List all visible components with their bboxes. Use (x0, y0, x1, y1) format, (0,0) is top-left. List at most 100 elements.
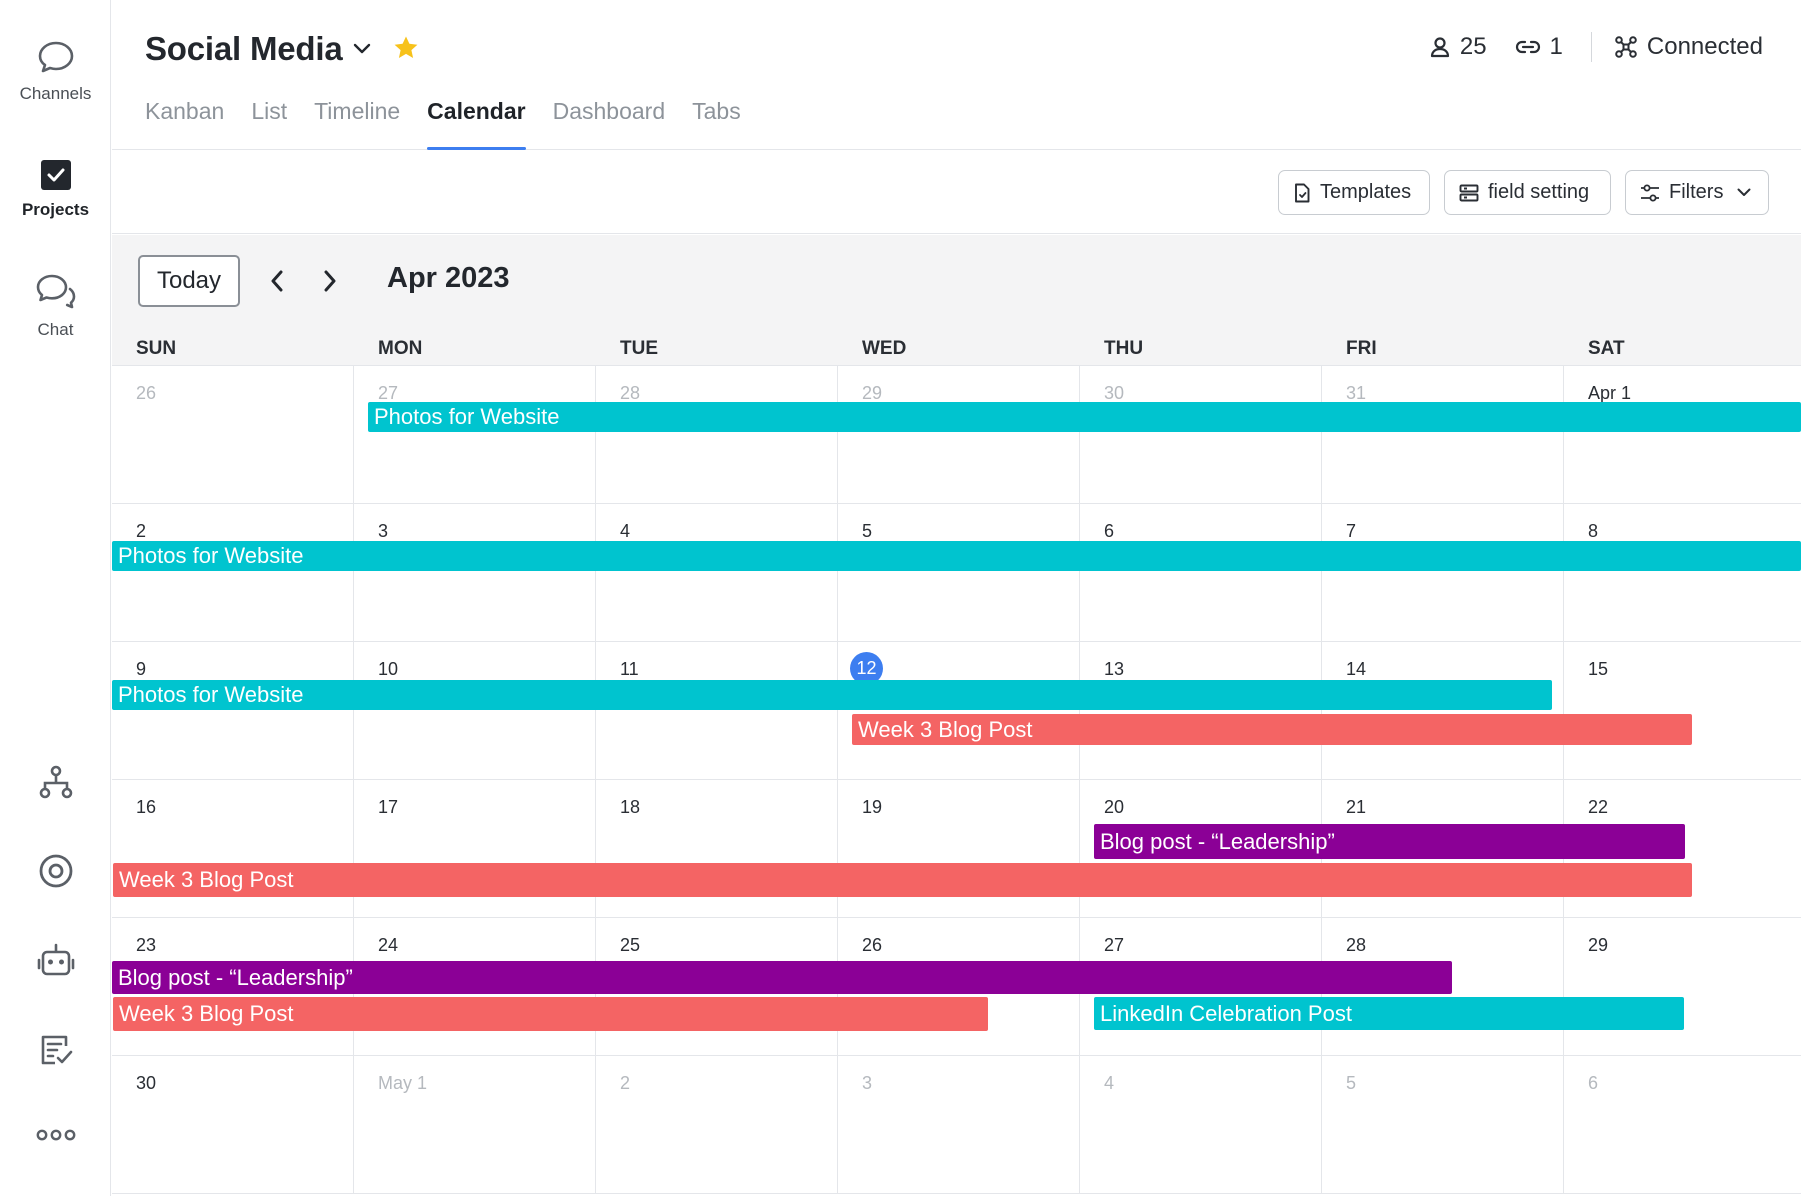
day-number: 20 (1104, 797, 1125, 817)
rail-item-projects[interactable]: Projects (0, 158, 111, 220)
day-cell[interactable]: 14 (1322, 642, 1564, 780)
day-cell[interactable]: 30 (112, 1056, 354, 1194)
tab-kanban[interactable]: Kanban (145, 98, 224, 150)
day-cell[interactable]: 15 (1564, 642, 1801, 780)
day-cell[interactable]: 28 (596, 366, 838, 504)
day-number: 16 (136, 797, 157, 817)
day-cell[interactable]: 18 (596, 780, 838, 918)
checkbox-icon (39, 158, 73, 192)
day-cell[interactable]: 9 (112, 642, 354, 780)
today-button[interactable]: Today (138, 255, 240, 307)
robot-icon[interactable] (0, 942, 111, 980)
event-bar[interactable]: Week 3 Blog Post (852, 714, 1692, 745)
day-cell[interactable]: 11 (596, 642, 838, 780)
day-cell[interactable]: 4 (596, 504, 838, 642)
day-number: 11 (620, 659, 639, 679)
day-number: 28 (620, 383, 641, 403)
form-check-icon[interactable] (0, 1032, 111, 1068)
day-cell[interactable]: 3 (838, 1056, 1080, 1194)
weekday-mon: MON (378, 338, 423, 359)
tab-dashboard[interactable]: Dashboard (553, 98, 666, 150)
day-number: 2 (136, 521, 147, 541)
day-cell[interactable]: 4 (1080, 1056, 1322, 1194)
day-number: 9 (136, 659, 147, 679)
day-number: 3 (378, 521, 389, 541)
templates-button[interactable]: Templates (1278, 170, 1430, 215)
event-bar[interactable]: Blog post - “Leadership” (112, 961, 1452, 994)
event-bar[interactable]: Week 3 Blog Post (113, 863, 1692, 897)
day-cell[interactable]: 16 (112, 780, 354, 918)
day-cell[interactable]: 6 (1080, 504, 1322, 642)
day-cell[interactable]: 5 (1322, 1056, 1564, 1194)
day-number: 30 (1104, 383, 1125, 403)
chevron-right-icon (324, 270, 336, 292)
day-number: Apr 1 (1588, 383, 1632, 403)
day-cell[interactable]: 10 (354, 642, 596, 780)
field-setting-label: field setting (1488, 181, 1590, 203)
day-cell[interactable]: 12 (838, 642, 1080, 780)
tab-calendar[interactable]: Calendar (427, 98, 527, 150)
day-cell[interactable]: 19 (838, 780, 1080, 918)
day-cell[interactable]: 30 (1080, 366, 1322, 504)
day-cell[interactable]: Apr 1 (1564, 366, 1801, 504)
day-cell[interactable]: 26 (112, 366, 354, 504)
day-number: 5 (1346, 1073, 1357, 1093)
document-icon (1295, 183, 1310, 202)
calendar-header: Today Apr 2023 SUN MON TUE WED THU FRI SAT (112, 235, 1801, 366)
sliders-icon (1641, 184, 1659, 201)
day-cell[interactable]: 2 (112, 504, 354, 642)
event-bar[interactable]: Blog post - “Leadership” (1094, 824, 1685, 859)
tab-list[interactable]: List (251, 98, 287, 150)
chevron-down-icon[interactable] (353, 42, 371, 60)
day-cell[interactable]: 29 (1564, 918, 1801, 1056)
day-cell[interactable]: May 1 (354, 1056, 596, 1194)
hierarchy-icon[interactable] (0, 764, 111, 800)
project-title: Social Media (145, 30, 343, 67)
tab-tabs[interactable]: Tabs (692, 98, 741, 150)
star-icon[interactable] (393, 35, 419, 65)
event-bar[interactable]: LinkedIn Celebration Post (1094, 997, 1684, 1030)
week-row: 2 3 4 5 6 7 8 (112, 504, 1801, 642)
calendar-toolbar: Templates field setting Filters (112, 151, 1801, 234)
event-bar[interactable]: Week 3 Blog Post (113, 997, 988, 1031)
previous-month-button[interactable] (259, 263, 295, 299)
day-number: 14 (1346, 659, 1367, 679)
templates-label: Templates (1320, 181, 1412, 203)
week-row: 26 27 28 29 30 31 Apr 1 (112, 366, 1801, 504)
user-icon (1430, 37, 1449, 58)
day-cell[interactable]: 13 (1080, 642, 1322, 780)
event-title: Week 3 Blog Post (119, 867, 294, 892)
day-cell[interactable]: 5 (838, 504, 1080, 642)
day-cell[interactable]: 29 (838, 366, 1080, 504)
day-number: 7 (1346, 521, 1357, 541)
day-number: 17 (378, 797, 399, 817)
filters-button[interactable]: Filters (1625, 170, 1769, 215)
weekday-thu: THU (1104, 338, 1144, 359)
day-cell[interactable]: 8 (1564, 504, 1801, 642)
event-bar[interactable]: Photos for Website (368, 402, 1801, 432)
more-icon[interactable] (0, 1128, 111, 1142)
day-cell[interactable]: 3 (354, 504, 596, 642)
next-month-button[interactable] (312, 263, 348, 299)
rail-label-channels: Channels (19, 84, 92, 103)
event-title: Blog post - “Leadership” (1100, 828, 1335, 854)
meta-divider (1590, 32, 1592, 62)
members-count[interactable]: 25 (1429, 33, 1487, 61)
day-cell[interactable]: 7 (1322, 504, 1564, 642)
tab-timeline[interactable]: Timeline (314, 98, 400, 150)
event-bar[interactable]: Photos for Website (112, 680, 1552, 710)
day-cell[interactable]: 27 (354, 366, 596, 504)
link-icon (1515, 40, 1540, 54)
rail-item-channels[interactable]: Channels (0, 38, 111, 104)
day-cell[interactable]: 6 (1564, 1056, 1801, 1194)
event-bar[interactable]: Photos for Website (112, 541, 1801, 571)
links-count[interactable]: 1 (1515, 33, 1563, 61)
rail-item-chat[interactable]: Chat (0, 272, 111, 340)
field-setting-button[interactable]: field setting (1444, 170, 1611, 215)
day-cell[interactable]: 31 (1322, 366, 1564, 504)
view-tabs: Kanban List Timeline Calendar Dashboard … (145, 98, 768, 150)
day-cell[interactable]: 2 (596, 1056, 838, 1194)
target-icon[interactable] (0, 852, 111, 890)
day-cell[interactable]: 17 (354, 780, 596, 918)
connection-status[interactable]: Connected (1614, 33, 1763, 61)
